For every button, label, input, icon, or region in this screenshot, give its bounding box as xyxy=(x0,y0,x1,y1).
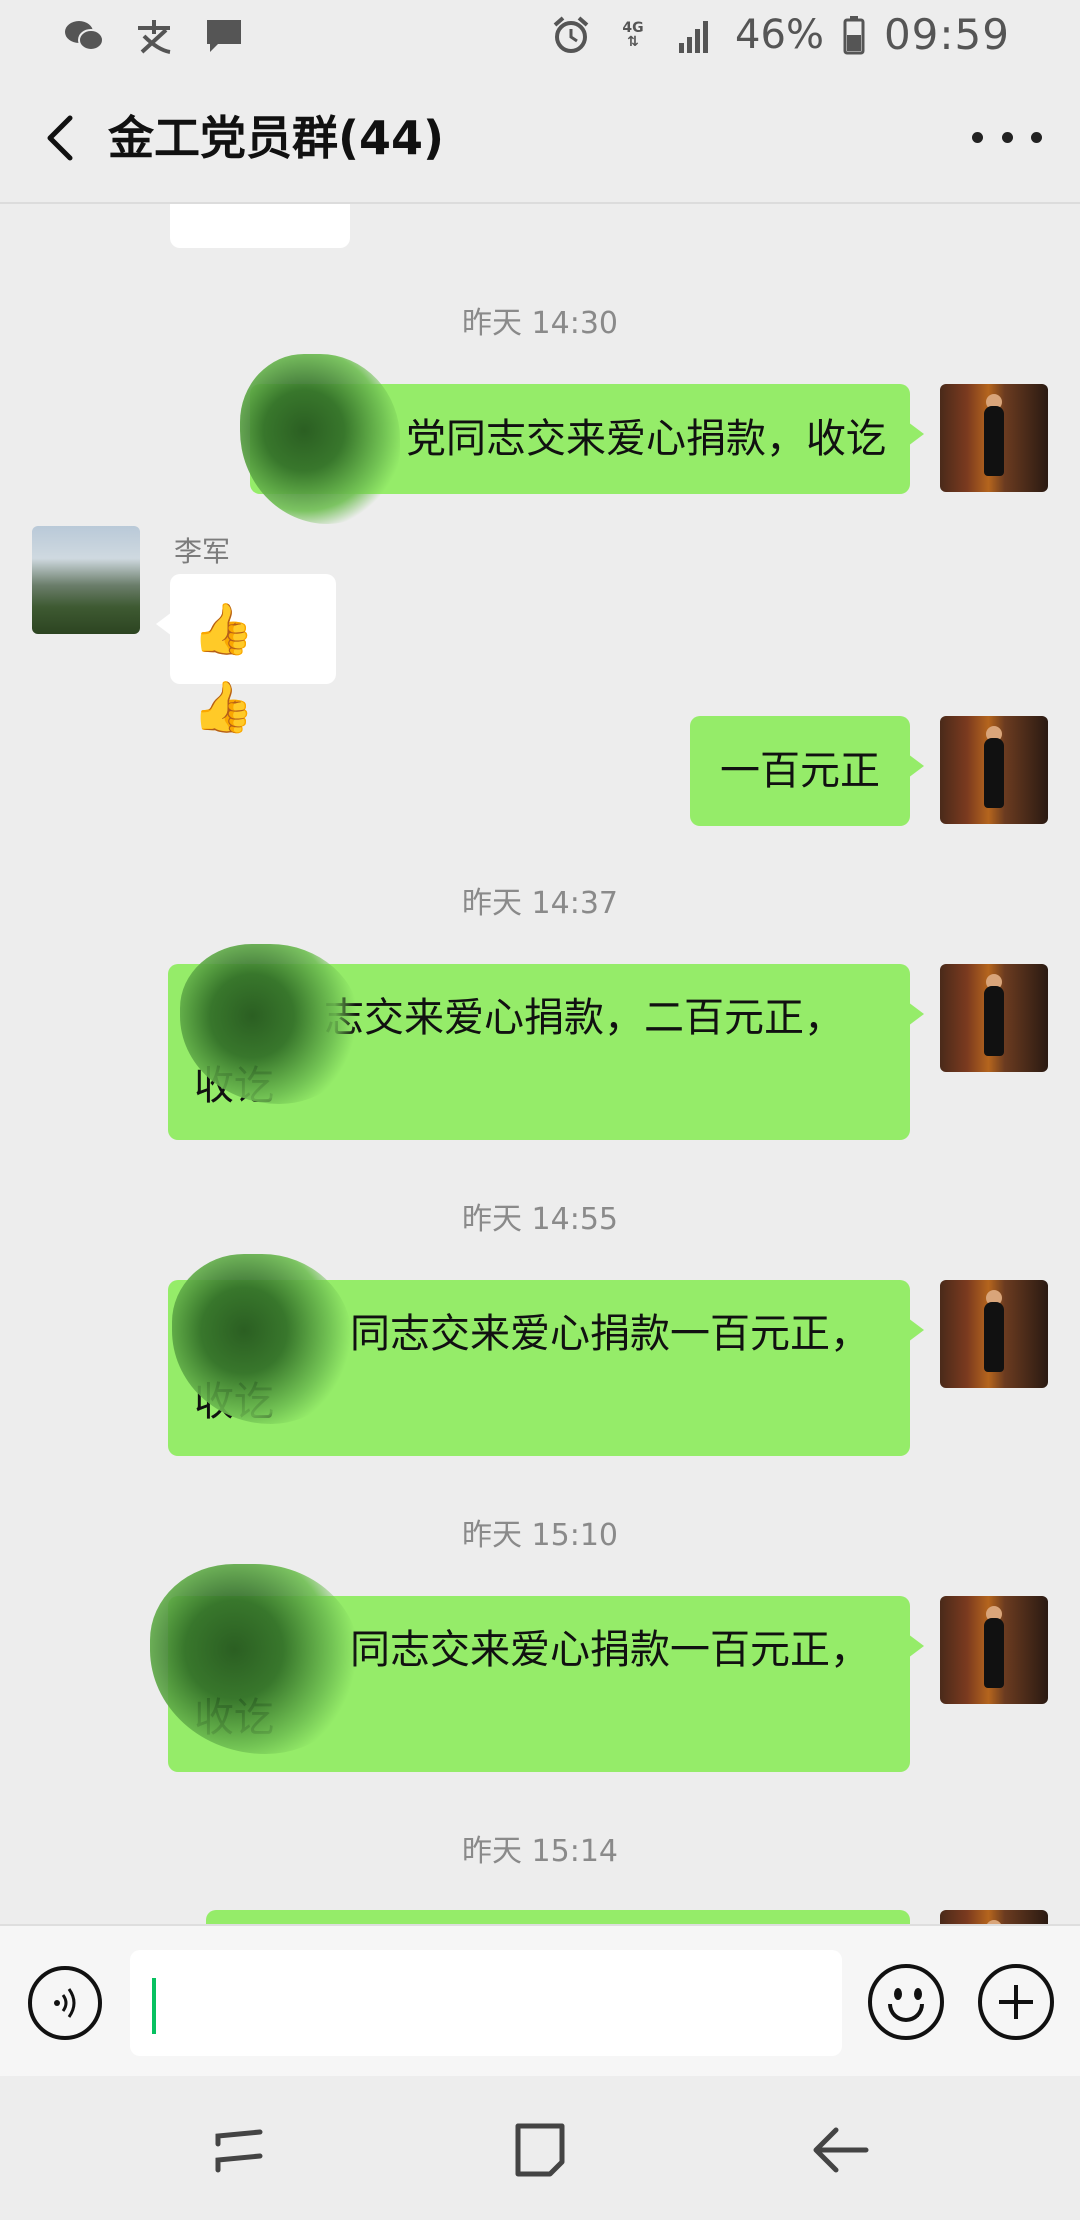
more-dot-icon xyxy=(1031,131,1042,143)
thumbs-up-emoji: 👍👍 xyxy=(192,600,255,736)
message-text: 一百元正 xyxy=(720,748,880,794)
wechat-notification-icon xyxy=(62,14,106,58)
battery-icon xyxy=(842,13,866,57)
system-navigation-bar xyxy=(0,2076,1080,2220)
network-type-label: 4G xyxy=(622,19,644,36)
status-bar: 4G ⇅ 46% 09:59 xyxy=(0,0,1080,76)
clock: 09:59 xyxy=(883,10,1010,59)
my-avatar[interactable] xyxy=(940,1280,1048,1388)
signal-icon xyxy=(673,13,717,57)
redaction-mark xyxy=(240,354,400,524)
more-dot-icon xyxy=(972,131,983,143)
alarm-icon xyxy=(549,13,593,57)
timestamp: 昨天 14:55 xyxy=(462,1202,618,1237)
my-avatar[interactable] xyxy=(940,1910,1048,1924)
my-avatar[interactable] xyxy=(940,1596,1048,1704)
timestamp: 昨天 14:30 xyxy=(462,306,618,341)
my-avatar[interactable] xyxy=(940,964,1048,1072)
timestamp: 昨天 15:10 xyxy=(462,1518,618,1553)
voice-icon xyxy=(54,1988,76,2018)
emoji-button[interactable] xyxy=(868,1964,944,2040)
chat-messages[interactable]: 昨天 14:30 党同志交来爱心捐款，收讫 李军 👍👍 一百元正 昨天 14:3… xyxy=(0,204,1080,1924)
alipay-notification-icon xyxy=(132,14,176,58)
sender-name: 李军 xyxy=(174,535,231,568)
sender-avatar[interactable] xyxy=(32,526,140,634)
my-avatar[interactable] xyxy=(940,716,1048,824)
chevron-left-icon xyxy=(47,115,73,161)
message-text: 党同志交来爱心捐款，收讫 xyxy=(406,416,886,462)
message-bubble[interactable]: 一百元正 xyxy=(690,716,924,826)
recent-apps-button[interactable] xyxy=(204,2118,274,2182)
home-button[interactable] xyxy=(504,2118,574,2182)
more-functions-button[interactable] xyxy=(978,1964,1054,2040)
my-avatar[interactable] xyxy=(940,384,1048,492)
back-nav-button[interactable] xyxy=(806,2118,876,2182)
message-bubble-partial[interactable] xyxy=(206,1910,910,1924)
home-icon xyxy=(515,2123,565,2177)
input-bar xyxy=(0,1924,1080,2078)
voice-input-button[interactable] xyxy=(28,1966,102,2040)
timestamp: 昨天 14:37 xyxy=(462,886,618,921)
message-bubble[interactable]: 👍👍 xyxy=(156,574,336,736)
battery-percent: 46% xyxy=(735,11,824,58)
recent-apps-icon xyxy=(215,2129,263,2173)
back-arrow-icon xyxy=(813,2127,869,2173)
more-options-button[interactable] xyxy=(972,112,1042,162)
timestamp: 昨天 15:14 xyxy=(462,1834,618,1869)
message-notification-icon xyxy=(202,14,246,58)
network-type-icon: 4G ⇅ xyxy=(622,19,644,50)
message-input[interactable] xyxy=(130,1950,842,2056)
text-cursor xyxy=(152,1978,156,2034)
back-button[interactable] xyxy=(30,106,94,170)
more-dot-icon xyxy=(1001,131,1013,143)
chat-header: 金工党员群(44) xyxy=(0,76,1080,204)
chat-title: 金工党员群(44) xyxy=(108,111,445,165)
message-bubble-partial[interactable] xyxy=(170,204,350,248)
